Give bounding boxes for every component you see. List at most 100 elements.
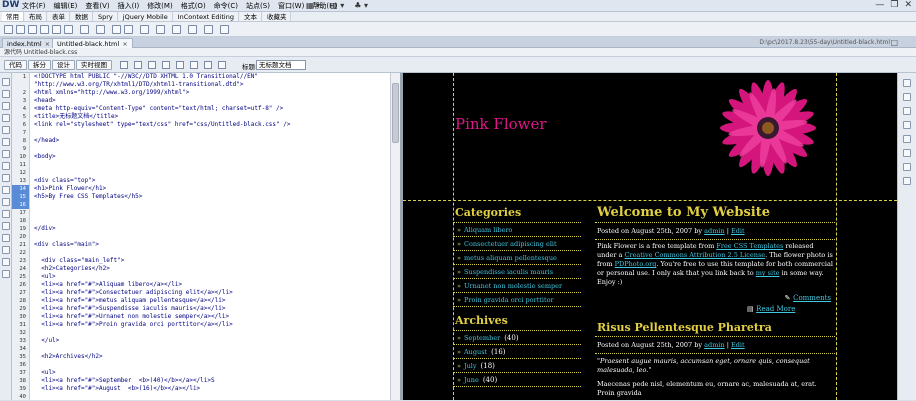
extend-icon[interactable]: ▥ ▾ bbox=[330, 1, 344, 10]
code-line[interactable] bbox=[30, 145, 390, 153]
edit-link[interactable]: Edit bbox=[731, 227, 745, 235]
code-line[interactable] bbox=[30, 361, 390, 369]
code-line[interactable]: <div class="main_left"> bbox=[30, 257, 390, 265]
menu-format[interactable]: 格式(O) bbox=[181, 1, 206, 11]
assets-panel-icon[interactable] bbox=[903, 135, 911, 143]
tag-inspector-icon[interactable] bbox=[903, 163, 911, 171]
wrap-tag-icon[interactable] bbox=[2, 210, 10, 218]
table-icon[interactable] bbox=[52, 25, 61, 34]
menu-commands[interactable]: 命令(C) bbox=[214, 1, 238, 11]
insert-panel-icon[interactable] bbox=[903, 79, 911, 87]
code-line[interactable]: <h1>Pink Flower</h1> bbox=[30, 185, 390, 193]
category-item[interactable]: » metus aliquam pellentesque bbox=[453, 251, 581, 265]
edit-link[interactable]: Edit bbox=[731, 341, 745, 349]
refresh-icon[interactable] bbox=[148, 61, 156, 69]
restore-doc-icon[interactable]: □ bbox=[890, 38, 898, 47]
code-line[interactable]: <li><a href="#">Urnanet non molestie sem… bbox=[30, 313, 390, 321]
image-icon[interactable] bbox=[80, 25, 89, 34]
code-line[interactable]: <li><a href="#">September <b>(40)</b></a… bbox=[30, 377, 390, 385]
minimize-icon[interactable]: — bbox=[875, 0, 884, 10]
file-management-icon[interactable] bbox=[218, 61, 226, 69]
line-numbers-icon[interactable] bbox=[2, 150, 10, 158]
format-source-icon[interactable] bbox=[2, 270, 10, 278]
insert-tab-jquery-mobile[interactable]: jQuery Mobile bbox=[118, 12, 173, 21]
insert-tab-spry[interactable]: Spry bbox=[94, 12, 118, 21]
live-view-button[interactable]: 实时视图 bbox=[76, 60, 112, 70]
menu-edit[interactable]: 编辑(E) bbox=[54, 1, 78, 11]
code-line[interactable] bbox=[30, 209, 390, 217]
email-link-icon[interactable] bbox=[16, 25, 25, 34]
hr-icon[interactable] bbox=[40, 25, 49, 34]
archive-item[interactable]: » June (40) bbox=[453, 373, 581, 387]
site-icon[interactable]: ♣ ▾ bbox=[354, 1, 368, 10]
anchor-icon[interactable] bbox=[28, 25, 37, 34]
open-documents-icon[interactable] bbox=[2, 78, 10, 86]
title-input[interactable]: 无标题文档 bbox=[256, 60, 306, 70]
comment-icon[interactable] bbox=[156, 25, 165, 34]
date-icon[interactable] bbox=[124, 25, 133, 34]
tag-chooser-icon[interactable] bbox=[220, 25, 229, 34]
script-icon[interactable] bbox=[188, 25, 197, 34]
code-line[interactable] bbox=[30, 169, 390, 177]
category-item[interactable]: » Suspendisse iaculis mauris bbox=[453, 265, 581, 279]
preview-icon[interactable] bbox=[134, 61, 142, 69]
close-tab-icon[interactable]: × bbox=[45, 40, 50, 48]
code-line[interactable]: <li><a href="#">August <b>(16)</b></a></… bbox=[30, 385, 390, 393]
license-link[interactable]: Creative Commons Attribution 2.5 License bbox=[625, 251, 766, 259]
my-site-link[interactable]: my site bbox=[756, 269, 780, 277]
remove-comment-icon[interactable] bbox=[2, 198, 10, 206]
code-line[interactable]: <meta http-equiv="Content-Type" content=… bbox=[30, 105, 390, 113]
insert-tab-layout[interactable]: 布局 bbox=[25, 12, 47, 21]
author-link[interactable]: admin bbox=[704, 227, 724, 235]
collapse-tag-icon[interactable] bbox=[2, 90, 10, 98]
recent-snippets-icon[interactable] bbox=[2, 222, 10, 230]
code-line[interactable]: <link rel="stylesheet" type="text/css" h… bbox=[30, 121, 390, 129]
ap-elements-icon[interactable] bbox=[903, 107, 911, 115]
code-scrollbar[interactable] bbox=[390, 73, 400, 400]
code-view-button[interactable]: 代码 bbox=[4, 60, 27, 70]
view-options-icon[interactable] bbox=[162, 61, 170, 69]
maximize-icon[interactable]: ❐ bbox=[890, 0, 898, 10]
server-include-icon[interactable] bbox=[140, 25, 149, 34]
head-icon[interactable] bbox=[172, 25, 181, 34]
select-parent-tag-icon[interactable] bbox=[2, 126, 10, 134]
validate-icon[interactable] bbox=[190, 61, 198, 69]
code-line[interactable]: <li><a href="#">Suspendisse iaculis maur… bbox=[30, 305, 390, 313]
code-line[interactable]: <title>无标题文档</title> bbox=[30, 113, 390, 121]
insert-tab-common[interactable]: 常用 bbox=[2, 12, 24, 21]
comments-link[interactable]: Comments bbox=[793, 294, 831, 302]
browser-check-icon[interactable] bbox=[204, 61, 212, 69]
code-line[interactable]: <h2>Categories</h2> bbox=[30, 265, 390, 273]
code-line[interactable]: <!DOCTYPE html PUBLIC "-//W3C//DTD XHTML… bbox=[30, 73, 390, 81]
code-line[interactable]: </div> bbox=[30, 225, 390, 233]
code-line[interactable]: <html xmlns="http://www.w3.org/1999/xhtm… bbox=[30, 89, 390, 97]
code-line[interactable]: <ul> bbox=[30, 273, 390, 281]
code-line[interactable] bbox=[30, 249, 390, 257]
code-line[interactable]: <h5>By Free CSS Templates</h5> bbox=[30, 193, 390, 201]
design-view[interactable]: Pink Flower Categories » Aliquam libero »… bbox=[403, 73, 897, 400]
template-icon[interactable] bbox=[204, 25, 213, 34]
visual-aids-icon[interactable] bbox=[176, 61, 184, 69]
syntax-error-icon[interactable] bbox=[2, 174, 10, 182]
insert-tab-incontext[interactable]: InContext Editing bbox=[173, 12, 239, 21]
files-panel-icon[interactable] bbox=[903, 121, 911, 129]
archive-item[interactable]: » July (18) bbox=[453, 359, 581, 373]
category-item[interactable]: » Consectetuer adipiscing elit bbox=[453, 237, 581, 251]
multiscreen-icon[interactable] bbox=[120, 61, 128, 69]
menu-window[interactable]: 窗口(W) bbox=[278, 1, 304, 11]
code-line[interactable]: </ul> bbox=[30, 337, 390, 345]
div-icon[interactable] bbox=[64, 25, 73, 34]
code-line[interactable]: <h2>Archives</h2> bbox=[30, 353, 390, 361]
expand-all-icon[interactable] bbox=[2, 114, 10, 122]
snippets-icon[interactable] bbox=[903, 149, 911, 157]
behaviors-icon[interactable] bbox=[903, 177, 911, 185]
balance-braces-icon[interactable] bbox=[2, 138, 10, 146]
collapse-selection-icon[interactable] bbox=[2, 102, 10, 110]
code-line[interactable]: "http://www.w3.org/TR/xhtml1/DTD/xhtml1-… bbox=[30, 81, 390, 89]
code-line[interactable]: <div class="top"> bbox=[30, 177, 390, 185]
code-line[interactable] bbox=[30, 329, 390, 337]
archive-item[interactable]: » August (16) bbox=[453, 345, 581, 359]
code-line[interactable] bbox=[30, 233, 390, 241]
code-line[interactable]: </head> bbox=[30, 137, 390, 145]
code-line[interactable]: <li><a href="#">Consectetuer adipiscing … bbox=[30, 289, 390, 297]
